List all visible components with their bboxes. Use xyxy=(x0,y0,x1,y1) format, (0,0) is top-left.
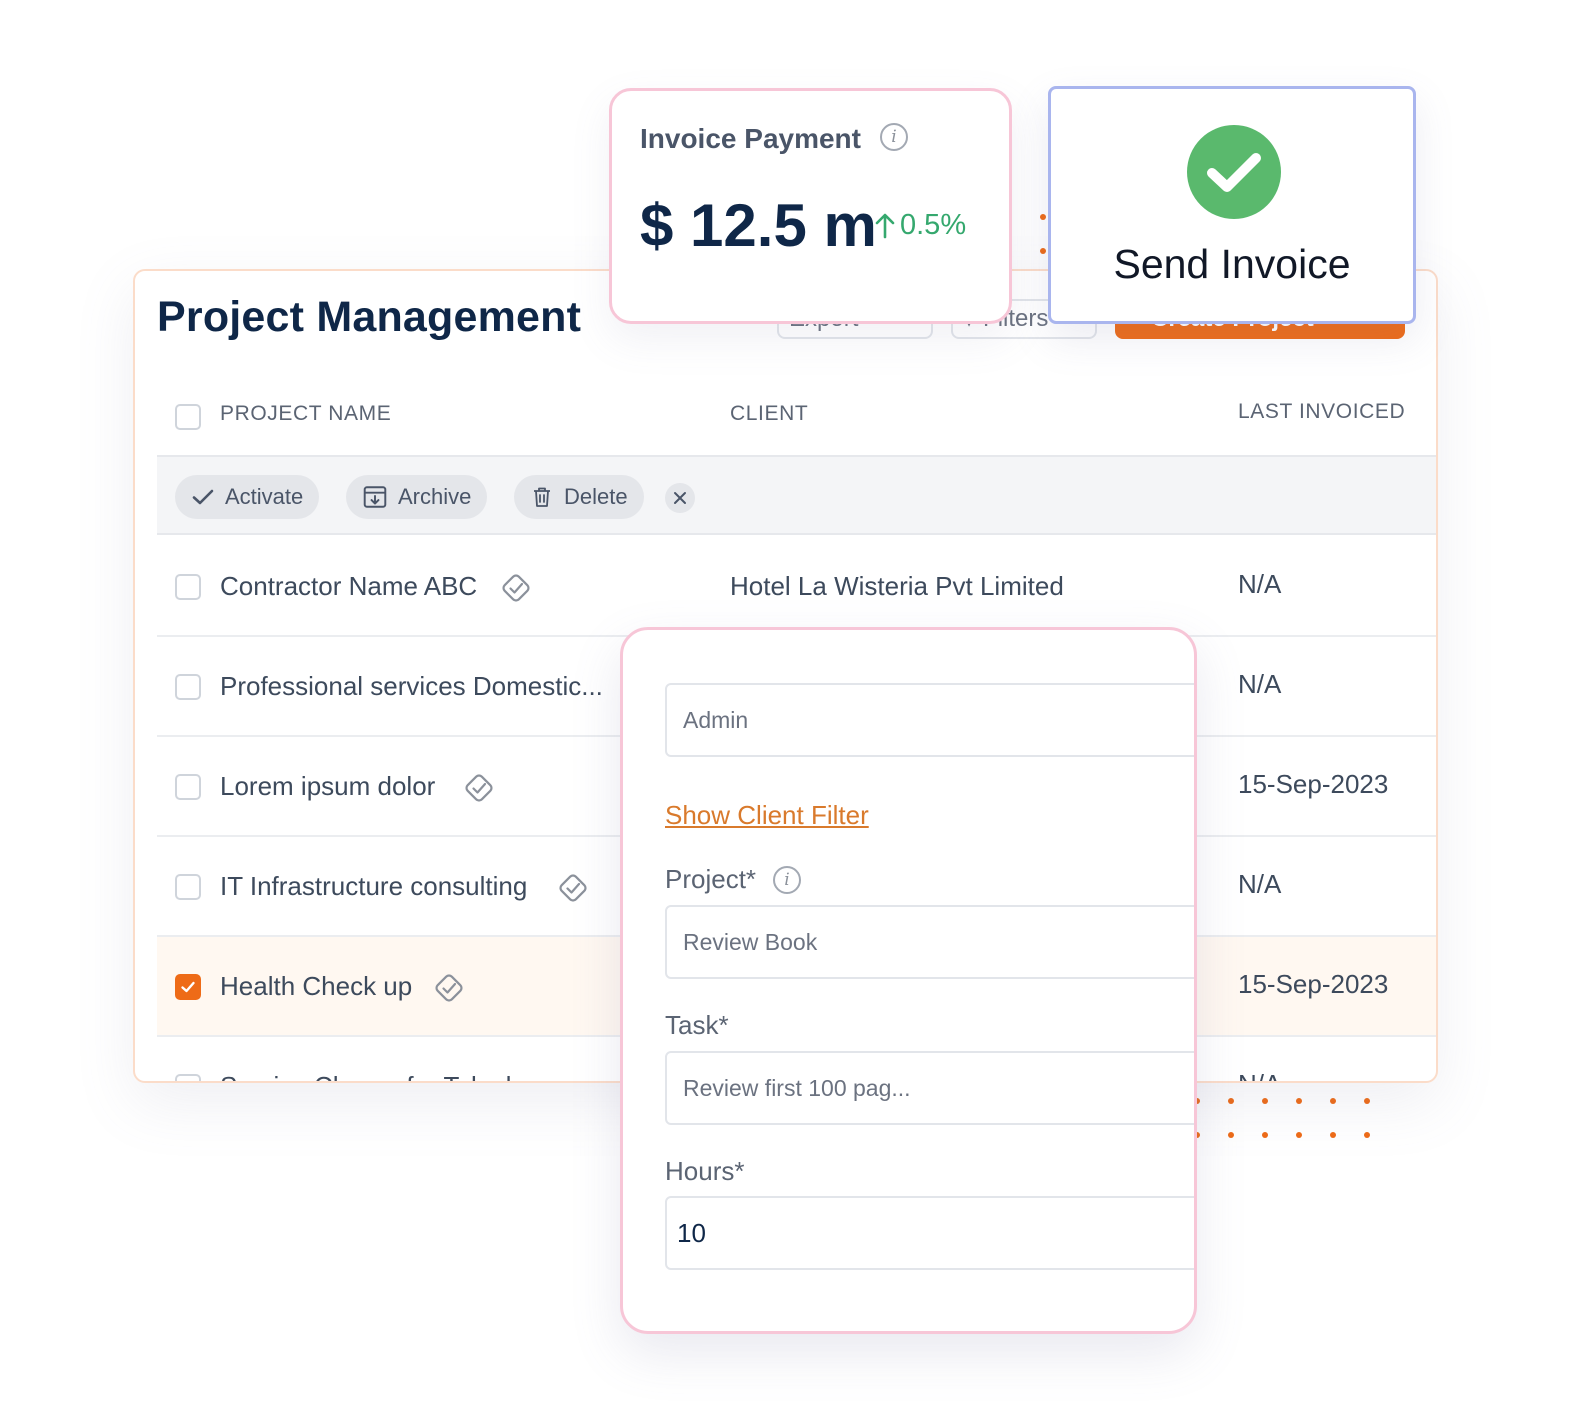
invoice-payment-card: Invoice Payment i $ 12.5 m 0.5% xyxy=(609,88,1012,324)
timesheet-form-card: Admin Show Client Filter Project* i Revi… xyxy=(620,627,1197,1334)
dot xyxy=(1330,1132,1336,1138)
bulk-action-bar: Activate Archive Delete xyxy=(157,455,1436,535)
verified-badge-icon xyxy=(465,774,493,802)
clear-selection-button[interactable] xyxy=(665,483,695,513)
last-invoiced: 15-Sep-2023 xyxy=(1238,769,1389,799)
task-field-label: Task* xyxy=(665,1010,729,1040)
row-checkbox[interactable] xyxy=(175,974,201,1000)
last-invoiced: N/A xyxy=(1238,569,1282,599)
row-checkbox[interactable] xyxy=(175,874,201,900)
project-name[interactable]: IT Infrastructure consulting xyxy=(220,871,527,902)
task-field[interactable]: Review first 100 pag... xyxy=(665,1051,1194,1125)
page-title: Project Management xyxy=(157,293,582,341)
hours-field-label: Hours* xyxy=(665,1156,745,1186)
last-invoiced: N/A xyxy=(1238,869,1282,899)
dot xyxy=(1262,1132,1268,1138)
dot xyxy=(1262,1098,1268,1104)
table-row[interactable]: Contractor Name ABC Hotel La Wisteria Pv… xyxy=(157,537,1436,637)
dot xyxy=(1228,1098,1234,1104)
show-client-filter-link[interactable]: Show Client Filter xyxy=(665,800,869,831)
activate-button[interactable]: Activate xyxy=(175,475,320,519)
info-icon[interactable]: i xyxy=(880,123,908,151)
select-all-checkbox[interactable] xyxy=(175,404,201,430)
invoice-payment-change-value: 0.5% xyxy=(900,209,967,241)
checkmark-icon xyxy=(181,981,195,993)
verified-badge-icon xyxy=(435,974,463,1002)
dot xyxy=(1364,1132,1370,1138)
row-checkbox[interactable] xyxy=(175,774,201,800)
invoice-payment-amount: $ 12.5 m xyxy=(640,192,877,259)
last-invoiced: 15-Sep-2023 xyxy=(1238,969,1389,999)
dot xyxy=(1330,1098,1336,1104)
column-header-last-invoiced[interactable]: LAST INVOICED xyxy=(1238,400,1405,424)
dot xyxy=(1228,1132,1234,1138)
last-invoiced: N/A xyxy=(1238,1069,1281,1081)
hours-field[interactable]: 10 xyxy=(665,1196,1194,1270)
invoice-payment-change: 0.5% xyxy=(874,209,966,242)
dot xyxy=(1040,214,1046,220)
delete-label: Delete xyxy=(564,484,628,509)
archive-button[interactable]: Archive xyxy=(346,475,488,519)
column-header-client[interactable]: CLIENT xyxy=(730,402,808,426)
verified-badge-icon xyxy=(502,574,530,602)
send-invoice-label: Send Invoice xyxy=(1113,241,1351,287)
close-icon xyxy=(674,492,686,504)
row-checkbox[interactable] xyxy=(175,674,201,700)
archive-label: Archive xyxy=(398,484,472,509)
dot xyxy=(1364,1098,1370,1104)
dot xyxy=(1040,248,1046,254)
delete-button[interactable]: Delete xyxy=(514,475,644,519)
dot xyxy=(1296,1098,1302,1104)
send-invoice-card[interactable]: Send Invoice xyxy=(1048,86,1416,324)
assignee-field[interactable]: Admin xyxy=(665,683,1194,757)
invoice-payment-title: Invoice Payment xyxy=(640,123,861,154)
success-check-icon xyxy=(1187,125,1281,219)
client-name: Hotel La Wisteria Pvt Limited xyxy=(730,571,1064,601)
last-invoiced: N/A xyxy=(1238,669,1282,699)
project-name[interactable]: Lorem ipsum dolor xyxy=(220,771,435,802)
row-checkbox[interactable] xyxy=(175,1074,201,1081)
project-name[interactable]: Health Check up xyxy=(220,971,412,1002)
check-icon xyxy=(192,489,214,505)
verified-badge-icon xyxy=(559,874,587,902)
project-name[interactable]: Professional services Domestic... xyxy=(220,671,603,702)
row-checkbox[interactable] xyxy=(175,574,201,600)
project-field-label: Project* xyxy=(665,864,757,894)
project-name[interactable]: Service Charge for Telephone xyxy=(220,1071,564,1081)
project-field[interactable]: Review Book xyxy=(665,905,1194,979)
arrow-up-icon xyxy=(875,213,895,238)
activate-label: Activate xyxy=(225,484,304,509)
column-header-project-name[interactable]: PROJECT NAME xyxy=(220,402,391,426)
dot xyxy=(1296,1132,1302,1138)
info-icon[interactable]: i xyxy=(773,866,801,894)
trash-icon xyxy=(534,487,550,507)
archive-icon xyxy=(363,486,387,508)
project-name[interactable]: Contractor Name ABC xyxy=(220,571,477,602)
